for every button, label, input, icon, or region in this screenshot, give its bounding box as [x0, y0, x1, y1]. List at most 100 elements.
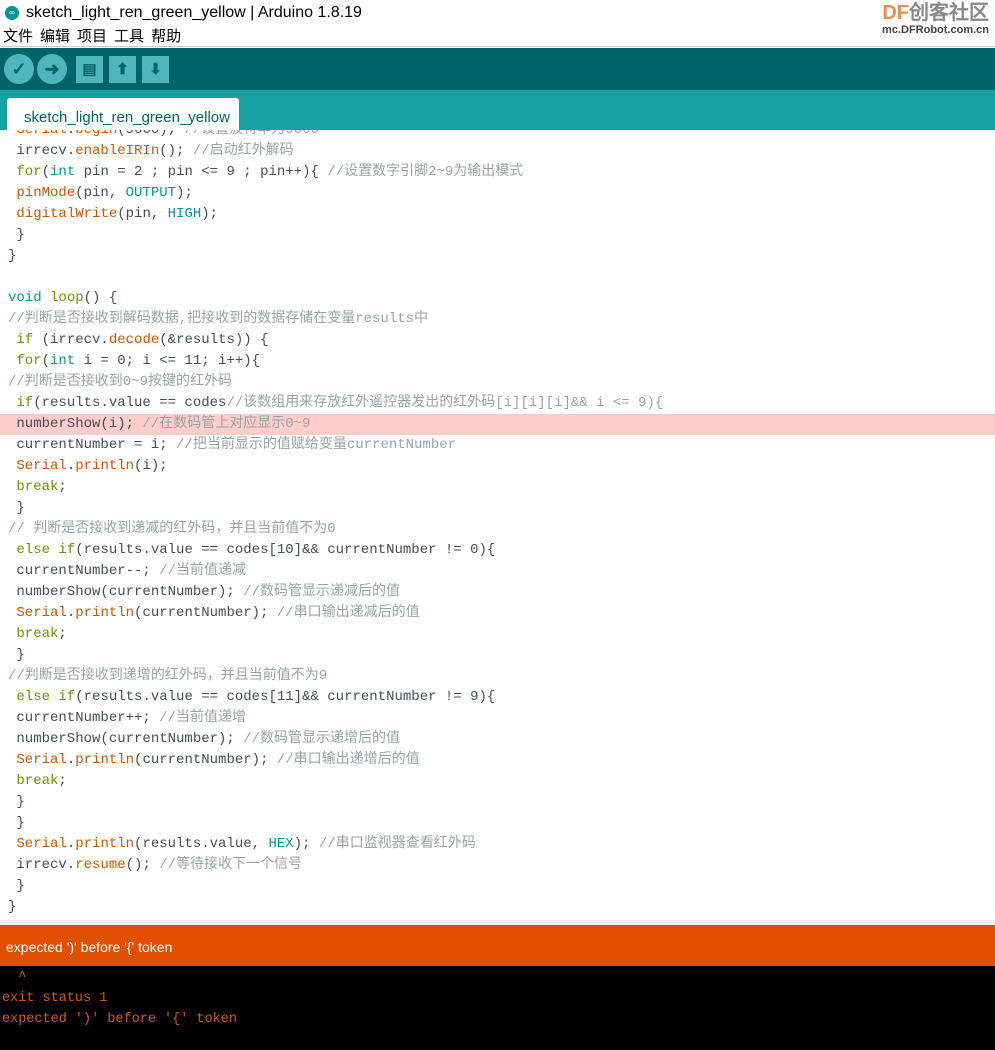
code-token: HEX — [268, 836, 294, 852]
code-token: ); — [176, 185, 193, 201]
new-button[interactable]: ▤ — [76, 55, 103, 83]
code-line: else if(results.value == codes[11]&& cur… — [0, 687, 995, 708]
code-token: ( — [41, 164, 51, 180]
code-token: irrecv. — [8, 857, 76, 873]
code-line: Serial.println(currentNumber); //串口输出递减后… — [0, 603, 995, 624]
code-token: currentNumber = i; — [8, 437, 177, 453]
code-line: // 判断是否接收到递减的红外码，并且当前值不为0 — [0, 519, 995, 540]
code-token: (); — [159, 143, 193, 159]
tab-bar: sketch_light_ren_green_yellow — [0, 90, 995, 130]
code-token: HIGH — [167, 206, 202, 222]
code-line: } — [0, 225, 995, 246]
code-line: } — [0, 813, 995, 834]
code-token: () { — [83, 290, 118, 306]
code-token: //设置数字引脚2~9为输出模式 — [327, 164, 524, 180]
console-line: exit status 1 — [2, 991, 108, 1006]
window-title: sketch_light_ren_green_yellow | Arduino … — [26, 3, 362, 21]
code-token: ); — [293, 836, 319, 852]
console-output[interactable]: ^ exit status 1 expected ')' before '{' … — [0, 966, 995, 1050]
code-token: pin = 2 ; pin <= 9 ; pin++){ — [75, 164, 328, 180]
code-token: int — [50, 353, 76, 369]
title-bar: ∞ sketch_light_ren_green_yellow | Arduin… — [0, 0, 995, 36]
console-line: expected ')' before '{' token — [2, 1012, 237, 1027]
code-token: //当前值递增 — [159, 710, 247, 726]
open-button[interactable]: ⬆ — [109, 55, 136, 83]
menu-sketch[interactable]: 项目 — [74, 25, 111, 46]
code-token: (pin, — [75, 185, 126, 201]
code-token: } — [8, 500, 25, 516]
new-file-icon: ▤ — [82, 60, 97, 78]
code-line: pinMode(pin, OUTPUT); — [0, 183, 995, 204]
console-line: ^ — [2, 970, 27, 985]
code-line: if(results.value == codes//该数组用来存放红外遥控器发… — [0, 393, 995, 414]
menu-help[interactable]: 帮助 — [148, 25, 185, 46]
code-line: break; — [0, 624, 995, 645]
code-line: numberShow(currentNumber); //数码管显示递减后的值 — [0, 582, 995, 603]
code-token: if — [58, 542, 76, 558]
code-line: break; — [0, 771, 995, 792]
error-status-bar: expected ')' before '{' token — [0, 925, 995, 966]
menu-tools[interactable]: 工具 — [111, 25, 148, 46]
code-line: digitalWrite(pin, HIGH); — [0, 204, 995, 225]
code-token: } — [8, 794, 25, 810]
code-token: //当前值递减 — [159, 563, 247, 579]
upload-button[interactable]: ➜ — [37, 54, 67, 84]
code-token: ); — [201, 206, 219, 222]
menu-file[interactable]: 文件 — [0, 25, 37, 46]
code-token: } — [8, 248, 17, 264]
code-token: println — [75, 836, 135, 852]
code-line: numberShow(currentNumber); //数码管显示递增后的值 — [0, 729, 995, 750]
code-token: . — [66, 836, 76, 852]
code-token: (results.value == codes[11]&& currentNum… — [75, 689, 496, 705]
code-token: //判断是否接收到递增的红外码，并且当前值不为9 — [8, 668, 328, 684]
code-token: currentNumber++; — [8, 710, 160, 726]
code-token: (currentNumber); — [134, 752, 277, 768]
arrow-up-icon: ⬆ — [116, 60, 129, 78]
code-token: numberShow(i); — [8, 416, 143, 432]
toolbar: ✓ ➜ ▤ ⬆ ⬇ — [0, 48, 995, 90]
code-token: (results.value, — [134, 836, 269, 852]
save-button[interactable]: ⬇ — [142, 55, 169, 83]
code-token: //数码管显示递增后的值 — [243, 731, 401, 747]
code-token: (&results)) { — [159, 332, 269, 348]
code-line: else if(results.value == codes[10]&& cur… — [0, 540, 995, 561]
code-token: ; — [58, 773, 67, 789]
code-token: ; — [58, 626, 67, 642]
code-token: Serial — [16, 752, 67, 768]
code-token: (results.value == codes[10]&& currentNum… — [75, 542, 496, 558]
code-token: //该数组用来存放红外遥控器发出的红外码[i][i][i]&& i <= 9){ — [226, 395, 664, 411]
code-line: currentNumber--; //当前值递减 — [0, 561, 995, 582]
code-editor[interactable]: Serial.begin(9600); //设置波特率为9600 irrecv.… — [0, 120, 995, 920]
code-token: (); — [125, 857, 160, 873]
code-token: (results.value == codes — [33, 395, 227, 411]
code-token: OUTPUT — [125, 185, 177, 201]
code-token: if — [16, 332, 34, 348]
code-token: int — [50, 164, 76, 180]
code-token: //判断是否接收到解码数据,把接收到的数据存储在变量results中 — [8, 311, 429, 327]
code-line: currentNumber = i; //把当前显示的值赋给变量currentN… — [0, 435, 995, 456]
code-token: Serial — [16, 458, 67, 474]
code-token: numberShow(currentNumber); — [8, 731, 244, 747]
code-token: ; — [58, 479, 67, 495]
code-token: } — [8, 227, 25, 243]
arduino-logo-icon: ∞ — [5, 5, 19, 20]
verify-button[interactable]: ✓ — [4, 54, 34, 84]
menu-edit[interactable]: 编辑 — [37, 25, 74, 46]
code-token: (i); — [134, 458, 168, 474]
code-token: (pin, — [117, 206, 168, 222]
code-line: Serial.println(results.value, HEX); //串口… — [0, 834, 995, 855]
code-token: void — [8, 290, 42, 306]
code-line: for(int pin = 2 ; pin <= 9 ; pin++){ //设… — [0, 162, 995, 183]
menu-bar: 文件 编辑 项目 工具 帮助 — [0, 25, 995, 47]
check-icon: ✓ — [11, 59, 27, 79]
code-token: irrecv. — [8, 143, 76, 159]
code-token: else — [16, 542, 51, 558]
code-token: println — [75, 605, 135, 621]
code-token: resume — [75, 857, 126, 873]
code-line: void loop() { — [0, 288, 995, 309]
code-line: irrecv.enableIRIn(); //启动红外解码 — [0, 141, 995, 162]
tab-sketch[interactable]: sketch_light_ren_green_yellow — [7, 98, 239, 130]
code-token: i = 0; i <= 11; i++){ — [75, 353, 261, 369]
code-token: numberShow(currentNumber); — [8, 584, 244, 600]
code-token: decode — [108, 332, 160, 348]
